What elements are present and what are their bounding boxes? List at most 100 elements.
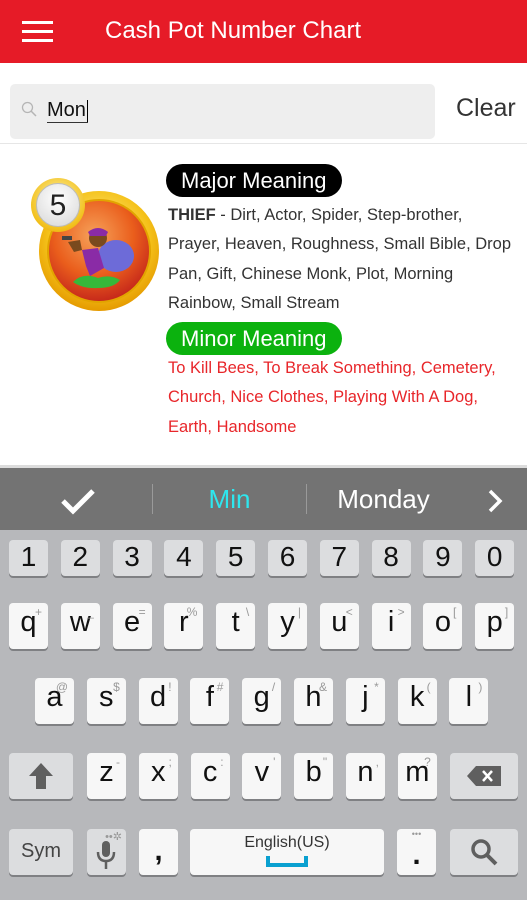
key-label: Sym <box>21 840 61 862</box>
voice-input-key[interactable]: ••✲ <box>87 829 126 875</box>
key-d[interactable]: d! <box>138 678 178 724</box>
key-p[interactable]: p] <box>475 603 515 649</box>
keyboard: 1 2 3 4 5 6 7 8 9 0 q + w _ e = r% t \ y | u < i > o[p] a @ s $ d! f # g /… <box>0 530 527 900</box>
key-label: u <box>331 606 348 638</box>
key-label: o <box>434 606 451 638</box>
key-alt-label: ? <box>424 755 431 769</box>
key-alt-label: ! <box>168 680 172 694</box>
key-6[interactable]: 6 <box>268 540 307 576</box>
key-label: . <box>412 839 421 871</box>
key-label: 4 <box>176 541 192 572</box>
key-alt-label: " <box>322 755 328 769</box>
minor-meaning-text: To Kill Bees, To Break Something, Cemete… <box>168 359 496 436</box>
key-a[interactable]: a @ <box>35 678 74 724</box>
hamburger-menu-icon[interactable] <box>22 21 54 43</box>
key-o[interactable]: o[ <box>423 603 463 649</box>
accept-suggestion-button[interactable] <box>30 468 125 530</box>
key-8[interactable]: 8 <box>371 540 411 576</box>
key-alt-label: & <box>318 680 327 694</box>
shift-key[interactable] <box>9 753 73 799</box>
key-b[interactable]: b " <box>294 753 334 799</box>
key-label: 8 <box>383 541 399 572</box>
key-2[interactable]: 2 <box>60 540 100 576</box>
key-7[interactable]: 7 <box>319 540 359 576</box>
key-alt-label: < <box>345 605 353 619</box>
key-label: d <box>150 681 167 713</box>
key-i[interactable]: i > <box>371 603 411 649</box>
key-label: x <box>151 756 166 788</box>
key-label: 7 <box>331 541 348 572</box>
search-field[interactable]: Mon <box>10 84 435 139</box>
key-w[interactable]: w _ <box>60 603 100 649</box>
key-label: 1 <box>20 541 37 572</box>
key-g[interactable]: g / <box>242 678 282 724</box>
key-j[interactable]: j * <box>345 678 385 724</box>
key-c[interactable]: c: <box>190 753 230 799</box>
key-label: 5 <box>227 541 244 572</box>
search-input[interactable]: Mon <box>47 98 88 123</box>
key-label: p <box>486 606 503 638</box>
space-bar-icon <box>266 856 308 867</box>
search-key[interactable] <box>450 829 518 875</box>
more-options-icon: ••• <box>411 829 422 839</box>
key-label: n <box>357 756 374 788</box>
key-f[interactable]: f # <box>190 678 230 724</box>
key-alt-label: / <box>271 680 276 694</box>
period-key[interactable]: . ••• <box>397 829 436 875</box>
key-q[interactable]: q + <box>9 603 48 649</box>
suggestion-item[interactable]: Monday <box>307 468 460 530</box>
key-v[interactable]: v ' <box>242 753 282 799</box>
key-9[interactable]: 9 <box>423 540 463 576</box>
key-label: v <box>254 756 270 788</box>
key-label: , <box>154 835 163 867</box>
key-t[interactable]: t \ <box>216 603 256 649</box>
key-alt-label: \ <box>245 605 250 619</box>
key-alt-label: : <box>220 755 224 769</box>
key-label: b <box>305 756 322 788</box>
key-alt-label: ] <box>504 605 509 619</box>
minor-meaning-badge: Minor Meaning <box>166 322 342 355</box>
key-alt-label: = <box>138 605 146 619</box>
key-alt-label: _ <box>87 605 94 619</box>
key-z[interactable]: z- <box>87 753 126 799</box>
key-0[interactable]: 0 <box>475 540 515 576</box>
key-1[interactable]: 1 <box>9 540 48 576</box>
sym-key[interactable]: Sym <box>9 829 73 875</box>
key-y[interactable]: y | <box>268 603 307 649</box>
shift-arrow-icon <box>29 763 53 789</box>
key-h[interactable]: h & <box>294 678 333 724</box>
key-label: g <box>253 681 270 713</box>
key-5[interactable]: 5 <box>216 540 256 576</box>
backspace-key[interactable] <box>450 753 518 799</box>
key-k[interactable]: k( <box>397 678 437 724</box>
suggestion-bar: Min Monday <box>0 468 527 530</box>
key-r[interactable]: r% <box>164 603 204 649</box>
key-l[interactable]: l) <box>449 678 489 724</box>
key-label: h <box>305 681 322 713</box>
more-suggestions-button[interactable] <box>475 468 515 530</box>
key-label: t <box>231 606 240 638</box>
microphone-icon <box>96 841 116 869</box>
space-key[interactable]: English(US) <box>190 829 384 875</box>
key-n[interactable]: n, <box>346 753 385 799</box>
checkmark-icon <box>60 489 95 515</box>
key-x[interactable]: x; <box>138 753 178 799</box>
key-alt-label: $ <box>113 680 120 694</box>
key-alt-label: ) <box>478 680 483 694</box>
key-3[interactable]: 3 <box>112 540 152 576</box>
key-label: y <box>280 606 295 638</box>
key-m[interactable]: m? <box>397 753 437 799</box>
key-alt-label: % <box>186 605 198 619</box>
number-label: 5 <box>36 183 80 227</box>
key-e[interactable]: e = <box>112 603 152 649</box>
clear-button[interactable]: Clear <box>456 94 516 123</box>
key-label: f <box>205 681 214 713</box>
app-bar: Cash Pot Number Chart <box>0 0 527 63</box>
key-4[interactable]: 4 <box>164 540 204 576</box>
text-caret <box>86 99 88 122</box>
comma-key[interactable]: , <box>139 829 178 875</box>
key-u[interactable]: u < <box>319 603 359 649</box>
suggestion-item[interactable]: Min <box>153 468 306 530</box>
key-alt-label: @ <box>55 680 68 694</box>
key-s[interactable]: s $ <box>86 678 126 724</box>
